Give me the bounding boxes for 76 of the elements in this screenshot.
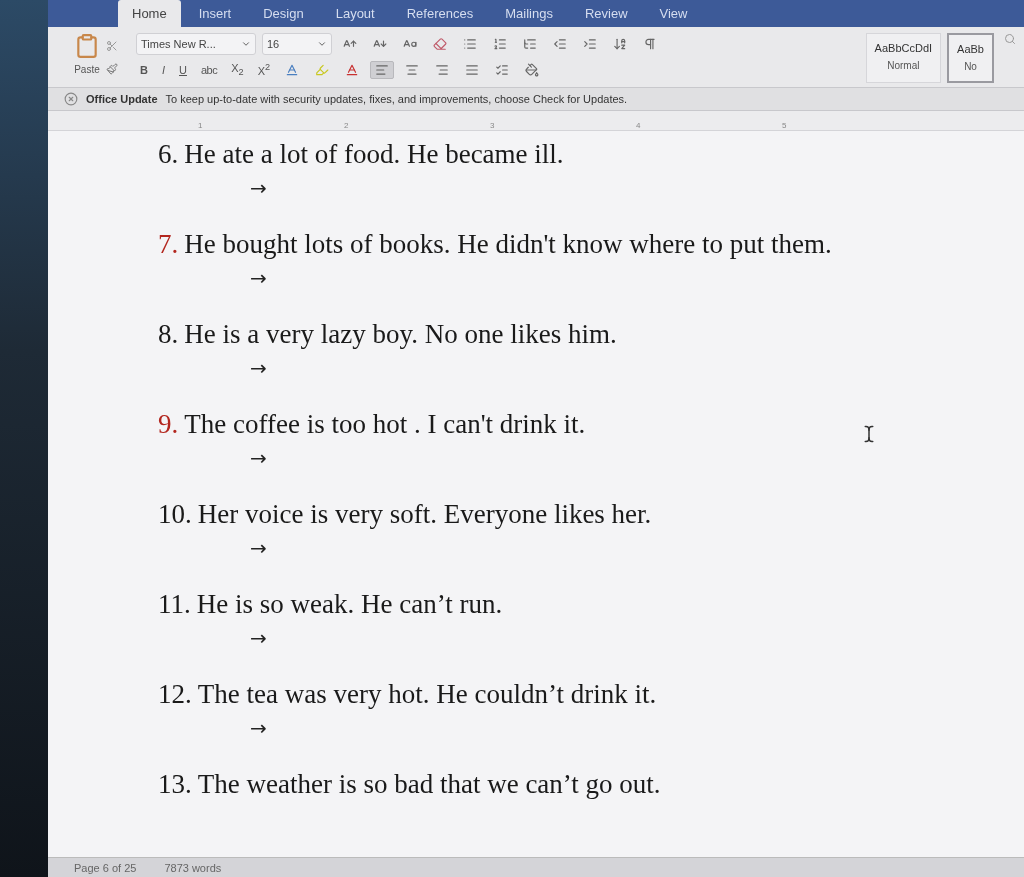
decrease-indent-icon [553,37,567,51]
line-spacing-icon [495,63,510,77]
pilcrow-icon [643,37,657,51]
ruler-number: 4 [636,121,642,131]
exercise-number: 8. [158,319,179,351]
page-count[interactable]: Page 6 of 25 [74,861,137,874]
paste-label[interactable]: Paste [74,63,100,75]
exercise-number: 9. [158,409,179,441]
answer-arrow: → [250,266,268,291]
exercise-number: 6. [158,139,179,171]
sentence-text: The weather is so bad that we can’t go out. [197,769,661,801]
format-button[interactable]: X$^{2}$ [253,61,275,79]
align-left-button[interactable] [370,61,395,79]
exercise-number: 7. [158,229,179,261]
align-left-icon [375,63,390,77]
clipboard-icon[interactable] [74,33,100,59]
chevron-down-icon [241,39,251,49]
multilevel-list-icon [523,37,537,51]
ribbon-tab[interactable]: Review [570,0,642,27]
sentence-text: He is a very lazy boy. No one likes him. [184,319,617,351]
answer-arrow: → [250,626,268,651]
answer-arrow: → [250,356,268,381]
sentence-text: He ate a lot of food. He became ill. [184,139,564,171]
cut-icon[interactable] [106,40,118,52]
format-button[interactable]: I [157,63,169,77]
sentence-text: He is so weak. He can’t run. [196,589,503,621]
ribbon-tab[interactable]: View [645,0,702,27]
align-right-icon [435,63,450,77]
ruler-number: 3 [490,121,496,131]
chevron-down-icon [317,39,327,49]
sentence-text: The coffee is too hot . I can't drink it. [184,409,586,441]
paint-bucket-icon [525,63,540,77]
sentence-text: The tea was very hot. He couldn’t drink it. [197,679,657,711]
format-button[interactable]: U [175,63,191,77]
align-justify-icon [465,63,480,77]
numbered-list-icon [493,37,507,51]
ribbon-tab[interactable]: Layout [321,0,389,27]
sort-icon [613,37,627,51]
answer-arrow: → [250,176,268,201]
font-color-icon [345,63,360,77]
align-center-icon [405,63,420,77]
highlighter-icon [315,63,330,77]
format-button[interactable]: abc [196,63,222,77]
text-effects-icon [285,63,300,77]
notification-message: To keep up-to-date with security updates, fixes, and improvements, choose Check for Updates. [165,93,628,106]
style-gallery-item[interactable]: AaBb No [947,33,994,84]
search-icon[interactable] [1004,33,1016,45]
increase-indent-icon [583,37,597,51]
notification-title: Office Update [86,93,158,106]
eraser-icon [433,37,447,51]
ribbon-tab[interactable]: Home [118,0,181,27]
exercise-number: 12. [158,679,192,711]
style-gallery-item[interactable]: AaBbCcDdI Normal [865,33,942,84]
exercise-number: 13. [158,769,192,801]
exercise-number: 11. [158,589,191,621]
ribbon-tab[interactable]: References [392,0,488,27]
exercise-number: 10. [158,499,192,531]
ribbon-tab[interactable]: Insert [184,0,246,27]
ruler-number: 5 [782,121,788,131]
font-size-field[interactable]: 16 [262,33,332,55]
ruler-number: 2 [344,121,350,131]
format-button[interactable]: X$_{2}$ [227,61,248,79]
format-painter-icon[interactable] [105,63,118,75]
answer-arrow: → [250,536,268,561]
answer-arrow: → [250,716,268,741]
bullet-list-icon [463,37,477,51]
answer-arrow: → [250,446,268,471]
word-count[interactable]: 7873 words [164,861,222,874]
ruler-number: 1 [198,121,204,131]
font-name-field[interactable]: Times New R... [136,33,256,55]
sentence-text: Her voice is very soft. Everyone likes her. [197,499,652,531]
format-button[interactable]: B [136,63,152,77]
ribbon-tab[interactable]: Mailings [491,0,567,27]
close-icon[interactable] [64,92,78,107]
ribbon-tab[interactable]: Design [249,0,318,27]
sentence-text: He bought lots of books. He didn't know where to put them. [184,229,832,261]
